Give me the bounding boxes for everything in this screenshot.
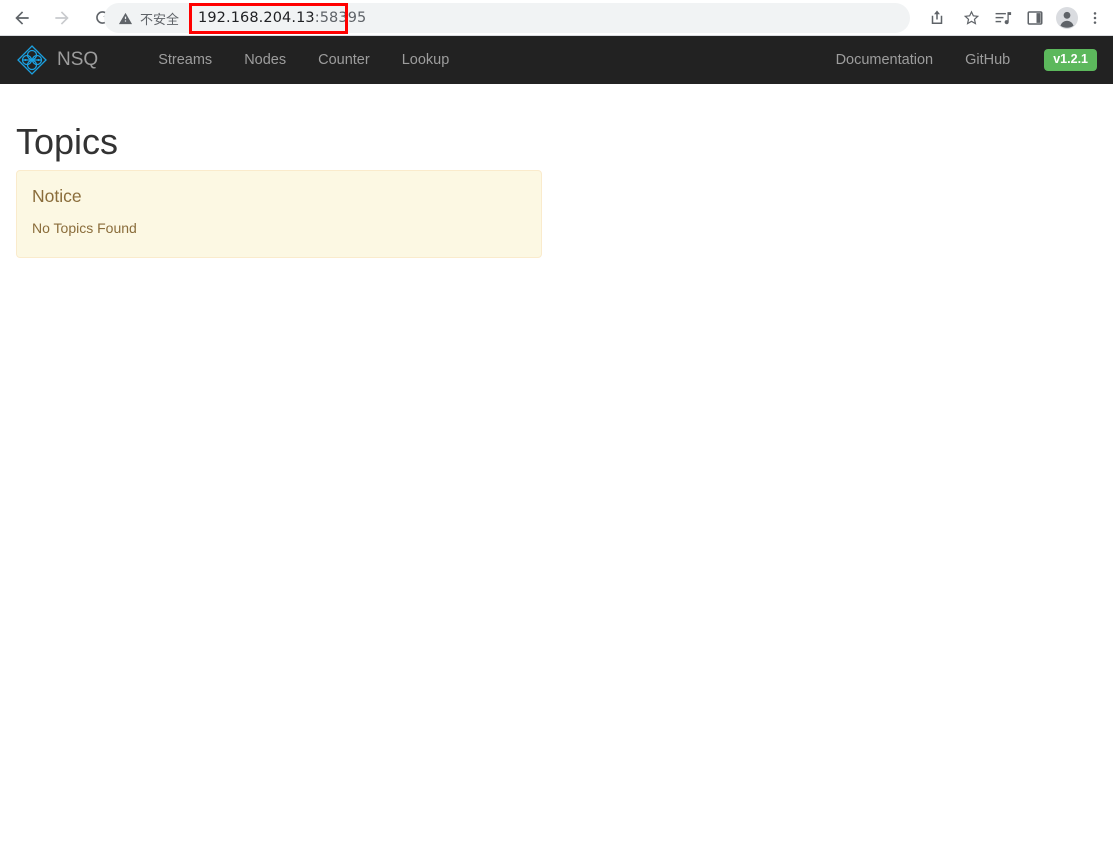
share-button[interactable] <box>923 4 951 32</box>
notice-message: No Topics Found <box>32 220 137 237</box>
page-content: Topics Notice No Topics Found <box>0 84 1113 864</box>
back-button[interactable] <box>8 4 36 32</box>
forward-arrow-icon <box>55 10 69 25</box>
url-field[interactable]: 192.168.204.13:58395 <box>189 3 366 34</box>
browser-chrome: 不安全 192.168.204.13:58395 <box>0 0 1113 36</box>
nav-link-counter[interactable]: Counter <box>302 36 386 84</box>
back-arrow-icon <box>15 10 29 25</box>
bookmark-star-icon <box>963 9 979 25</box>
side-panel-icon <box>1027 11 1043 25</box>
share-icon <box>931 10 943 24</box>
nsq-brand-text: NSQ <box>57 49 99 70</box>
nav-link-lookup[interactable]: Lookup <box>386 36 466 84</box>
warning-triangle-icon <box>118 12 133 24</box>
media-controls-icon <box>995 11 1011 24</box>
profile-button[interactable] <box>1053 4 1081 32</box>
side-panel-button[interactable] <box>1021 4 1049 32</box>
url-separator <box>189 10 191 26</box>
notice-panel: Notice No Topics Found <box>16 170 542 259</box>
nav-link-documentation[interactable]: Documentation <box>820 36 950 84</box>
url-host: 192.168.204.13 <box>198 10 315 26</box>
bookmark-button[interactable] <box>957 4 985 32</box>
notice-title: Notice <box>32 186 82 206</box>
nav-primary-links: Streams Nodes Counter Lookup <box>142 36 465 84</box>
version-badge: v1.2.1 <box>1044 49 1097 71</box>
page-title: Topics <box>16 121 119 162</box>
nav-link-nodes[interactable]: Nodes <box>228 36 302 84</box>
forward-button[interactable] <box>48 4 76 32</box>
profile-avatar-icon <box>1056 7 1078 29</box>
nav-link-github[interactable]: GitHub <box>949 36 1026 84</box>
nsq-brand-link[interactable]: NSQ <box>16 44 98 76</box>
url-text: 192.168.204.13:58395 <box>198 10 366 26</box>
url-port: :58395 <box>314 10 367 26</box>
nsq-diamond-logo-icon <box>17 45 47 75</box>
security-status[interactable]: 不安全 <box>118 9 179 28</box>
not-secure-label: 不安全 <box>140 12 180 28</box>
nsq-navbar: NSQ Streams Nodes Counter Lookup Documen… <box>0 36 1113 84</box>
media-controls-button[interactable] <box>989 4 1017 32</box>
browser-toolbar <box>923 0 1113 36</box>
nav-secondary-links: Documentation GitHub v1.2.1 <box>820 36 1097 84</box>
nav-link-streams[interactable]: Streams <box>142 36 228 84</box>
browser-menu-icon <box>1093 12 1097 24</box>
address-bar[interactable]: 不安全 192.168.204.13:58395 <box>104 3 910 34</box>
browser-menu-button[interactable] <box>1085 4 1105 32</box>
